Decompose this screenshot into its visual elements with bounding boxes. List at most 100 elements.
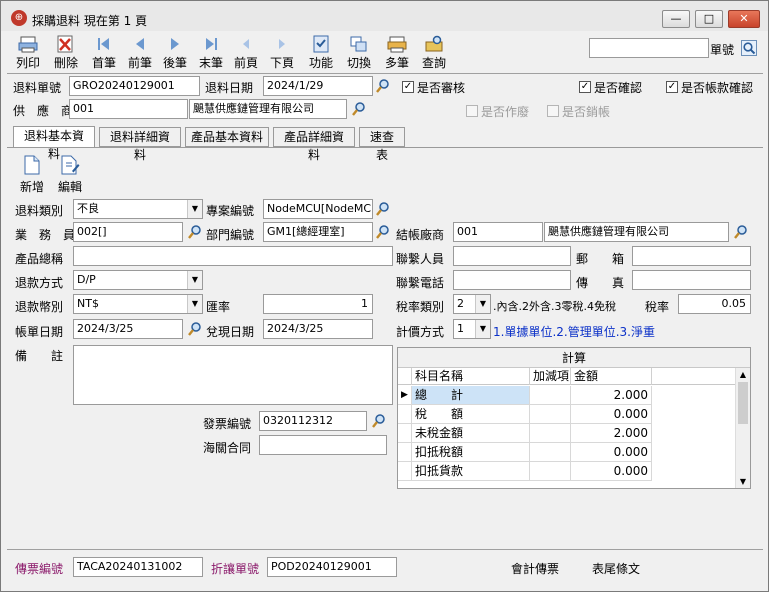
bill-date-field[interactable]: 2024/3/25 xyxy=(73,319,183,339)
return-no-field[interactable]: GRO20240129001 xyxy=(69,76,200,96)
refund-method-select[interactable]: D/P ▼ xyxy=(73,270,203,290)
chevron-down-icon[interactable]: ▼ xyxy=(475,295,490,313)
sign-cell[interactable] xyxy=(530,424,571,443)
table-row[interactable]: 未稅金額 2.000 xyxy=(398,424,735,443)
minimize-button[interactable]: — xyxy=(662,10,690,28)
chevron-down-icon[interactable]: ▼ xyxy=(187,271,202,289)
lookup-icon[interactable] xyxy=(375,78,391,94)
toolbar-button-multi-record[interactable]: 多筆 xyxy=(380,34,414,70)
fax-field[interactable] xyxy=(632,270,751,290)
lookup-icon[interactable] xyxy=(375,224,391,240)
maximize-button[interactable]: □ xyxy=(695,10,723,28)
return-date-field[interactable]: 2024/1/29 xyxy=(263,76,373,96)
voided-checkbox[interactable] xyxy=(466,105,478,117)
tab-product-detail[interactable]: 產品詳細資料 xyxy=(273,127,355,162)
account-name-cell[interactable]: 總 計 xyxy=(412,386,530,405)
chevron-down-icon[interactable]: ▼ xyxy=(187,295,202,313)
return-type-select[interactable]: 不良 ▼ xyxy=(73,199,203,219)
chevron-down-icon[interactable]: ▼ xyxy=(475,320,490,338)
contact-phone-field[interactable] xyxy=(453,270,571,290)
confirmed-checkbox[interactable]: ✓ xyxy=(579,81,591,93)
toolbar-button-last-record[interactable]: 末筆 xyxy=(194,34,228,70)
amount-cell[interactable]: 0.000 xyxy=(571,405,652,424)
search-icon[interactable] xyxy=(741,40,757,56)
amount-cell[interactable]: 2.000 xyxy=(571,386,652,405)
tab-border xyxy=(7,147,763,148)
invoice-no-field[interactable]: 0320112312 xyxy=(259,411,367,431)
toolbar-button-function[interactable]: 功能 xyxy=(304,34,338,70)
account-name-cell[interactable]: 稅 額 xyxy=(412,405,530,424)
amount-cell[interactable]: 2.000 xyxy=(571,424,652,443)
voucher-no-field[interactable]: TACA20240131002 xyxy=(73,557,203,577)
department-field[interactable]: GM1[總經理室] xyxy=(263,222,373,242)
project-no-field[interactable]: NodeMCU[NodeMCU專 xyxy=(263,199,373,219)
toolbar-button-next-record[interactable]: 後筆 xyxy=(158,34,192,70)
lookup-icon[interactable] xyxy=(371,413,387,429)
closed-checkbox[interactable] xyxy=(547,105,559,117)
toolbar-button-next-page[interactable]: 下頁 xyxy=(265,34,299,70)
tax-rate-field[interactable]: 0.05 xyxy=(678,294,751,314)
lookup-icon[interactable] xyxy=(375,201,391,217)
scroll-thumb[interactable] xyxy=(738,382,748,424)
toolbar-button-first-record[interactable]: 首筆 xyxy=(87,34,121,70)
pricing-method-select[interactable]: 1 ▼ xyxy=(453,319,491,339)
remarks-textarea[interactable] xyxy=(73,345,393,405)
add-button[interactable]: 新增 xyxy=(17,155,47,194)
discount-no-field[interactable]: POD20240129001 xyxy=(267,557,397,577)
tab-return-basic[interactable]: 退料基本資料 xyxy=(13,126,95,161)
tab-quick-lookup[interactable]: 速查表 xyxy=(359,127,405,162)
scroll-down-icon[interactable]: ▼ xyxy=(736,477,750,486)
lookup-icon[interactable] xyxy=(187,224,203,240)
close-button[interactable]: ✕ xyxy=(728,10,760,28)
account-confirmed-checkbox[interactable]: ✓ xyxy=(666,81,678,93)
settlement-vendor-code-field[interactable]: 001 xyxy=(453,222,543,242)
postal-field[interactable] xyxy=(632,246,751,266)
sign-cell[interactable] xyxy=(530,462,571,481)
tab-return-detail[interactable]: 退料詳細資料 xyxy=(99,127,181,162)
chevron-down-icon[interactable]: ▼ xyxy=(187,200,202,218)
toolbar-button-prev-record[interactable]: 前筆 xyxy=(123,34,157,70)
approved-label: 是否審核 xyxy=(417,81,466,95)
search-input[interactable] xyxy=(589,38,709,58)
supplier-code-field[interactable]: 001 xyxy=(69,99,188,119)
customs-contract-field[interactable] xyxy=(259,435,387,455)
lookup-icon[interactable] xyxy=(351,101,367,117)
currency-select[interactable]: NT$ ▼ xyxy=(73,294,203,314)
contact-field[interactable] xyxy=(453,246,571,266)
toolbar-button-delete[interactable]: 刪除 xyxy=(49,34,83,70)
sign-cell[interactable] xyxy=(530,443,571,462)
lookup-icon[interactable] xyxy=(187,321,203,337)
table-row[interactable]: 稅 額 0.000 xyxy=(398,405,735,424)
footer-separator xyxy=(7,549,763,550)
toolbar-button-prev-page[interactable]: 前頁 xyxy=(229,34,263,70)
scroll-up-icon[interactable]: ▲ xyxy=(736,368,750,382)
tab-product-basic[interactable]: 產品基本資料 xyxy=(185,127,269,147)
toolbar-button-switch[interactable]: 切換 xyxy=(342,34,376,70)
sign-cell[interactable] xyxy=(530,405,571,424)
table-row[interactable]: ▶ 總 計 2.000 xyxy=(398,386,735,405)
amount-cell[interactable]: 0.000 xyxy=(571,443,652,462)
footer-clause-button[interactable]: 表尾條文 xyxy=(592,560,640,577)
product-summary-field[interactable] xyxy=(73,246,393,266)
cash-date-field[interactable]: 2024/3/25 xyxy=(263,319,373,339)
salesperson-field[interactable]: 002[] xyxy=(73,222,183,242)
toolbar-button-printer[interactable]: 列印 xyxy=(11,34,45,70)
table-row[interactable]: 扣抵稅額 0.000 xyxy=(398,443,735,462)
lookup-icon[interactable] xyxy=(733,224,749,240)
col-sign: 加減項 xyxy=(530,368,571,385)
account-name-cell[interactable]: 扣抵稅額 xyxy=(412,443,530,462)
exchange-rate-field[interactable]: 1 xyxy=(263,294,373,314)
approved-checkbox[interactable]: ✓ xyxy=(402,81,414,93)
account-name-cell[interactable]: 扣抵貨款 xyxy=(412,462,530,481)
toolbar-button-query[interactable]: 查詢 xyxy=(417,34,451,70)
edit-button[interactable]: 編輯 xyxy=(55,155,85,194)
sign-cell[interactable] xyxy=(530,386,571,405)
tax-type-select[interactable]: 2 ▼ xyxy=(453,294,491,314)
amount-cell[interactable]: 0.000 xyxy=(571,462,652,481)
accounting-voucher-button[interactable]: 會計傳票 xyxy=(511,560,559,577)
settlement-vendor-name-field[interactable]: 颶慧供應鏈管理有限公司 xyxy=(544,222,729,242)
table-row[interactable]: 扣抵貨款 0.000 xyxy=(398,462,735,481)
vertical-scrollbar[interactable]: ▲ ▼ xyxy=(735,368,750,488)
supplier-name-field[interactable]: 颶慧供應鏈管理有限公司 xyxy=(189,99,347,119)
account-name-cell[interactable]: 未稅金額 xyxy=(412,424,530,443)
